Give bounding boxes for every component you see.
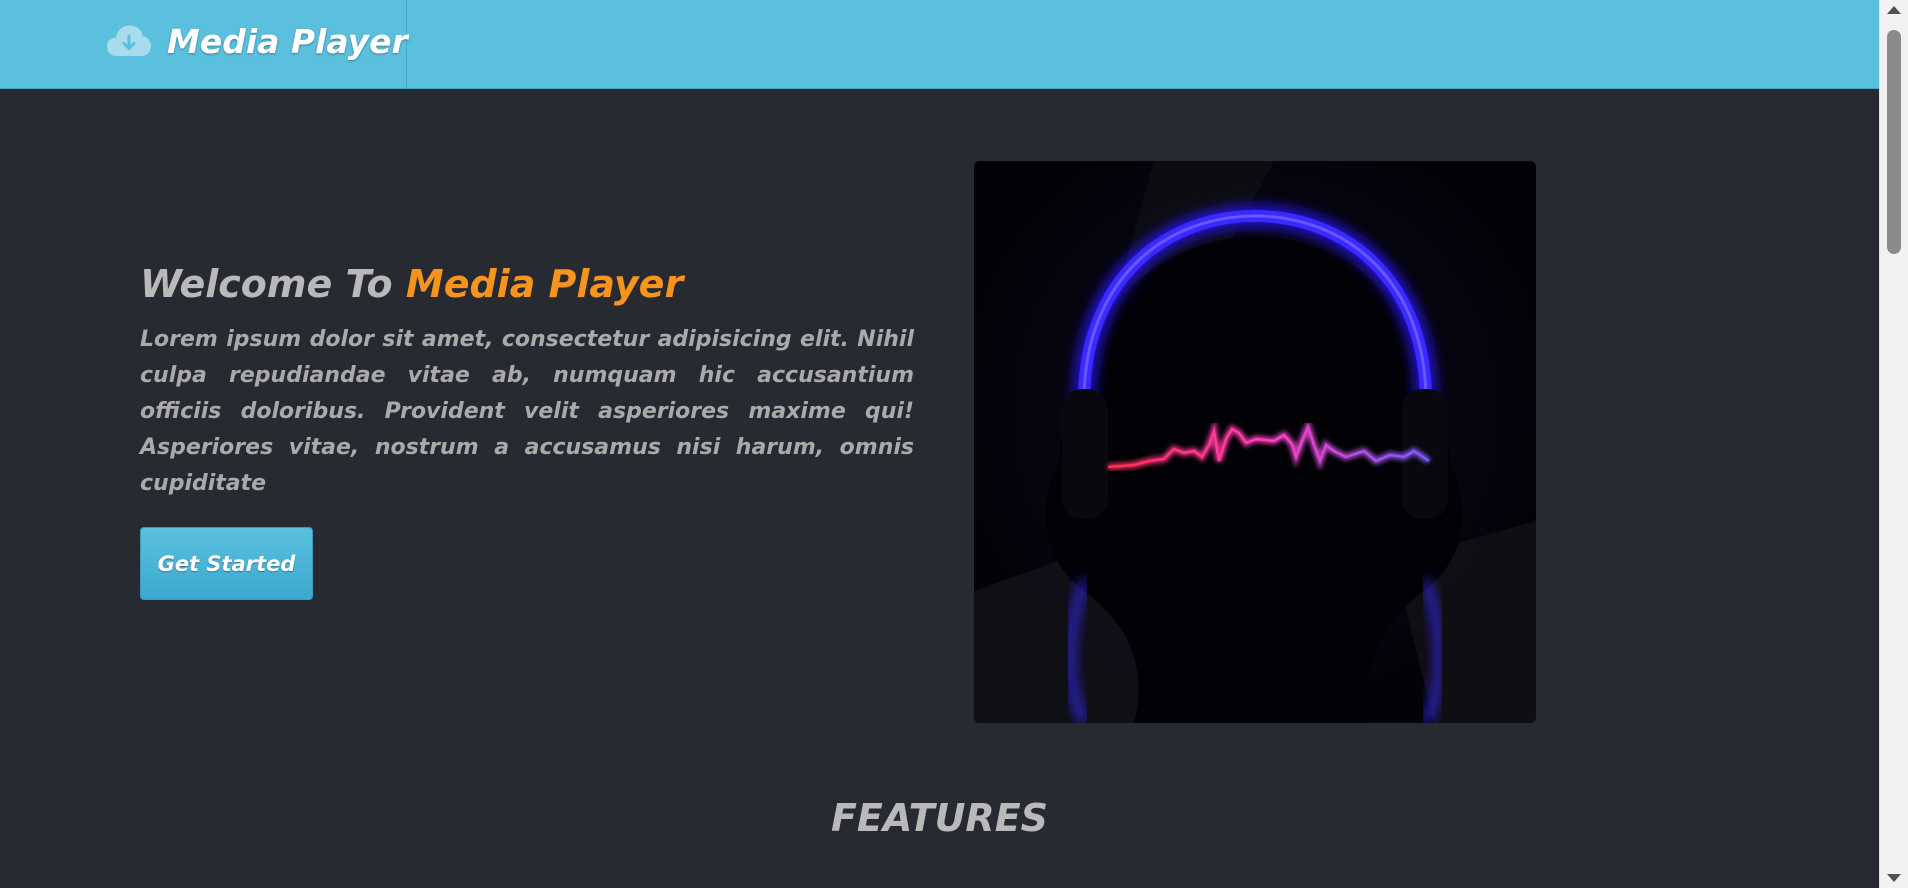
hero-title: Welcome To Media Player <box>140 262 683 306</box>
get-started-button[interactable]: Get Started <box>140 527 313 600</box>
scroll-up-arrow-icon[interactable] <box>1887 6 1901 14</box>
scroll-down-arrow-icon[interactable] <box>1887 874 1901 882</box>
features-title: FEATURES <box>830 796 1049 840</box>
headphones-soundwave-illustration <box>974 161 1536 723</box>
cloud-download-icon <box>107 25 151 56</box>
scrollbar-thumb[interactable] <box>1887 30 1901 254</box>
hero-title-accent: Media Player <box>405 262 684 306</box>
brand-name: Media Player <box>167 22 408 61</box>
hero-description: Lorem ipsum dolor sit amet, consectetur … <box>140 327 914 496</box>
brand-link[interactable]: Media Player <box>0 0 408 88</box>
hero-title-prefix: Welcome To <box>140 262 393 306</box>
vertical-scrollbar[interactable] <box>1879 0 1908 888</box>
navbar: Media Player <box>0 0 1879 89</box>
hero-image <box>974 161 1536 723</box>
